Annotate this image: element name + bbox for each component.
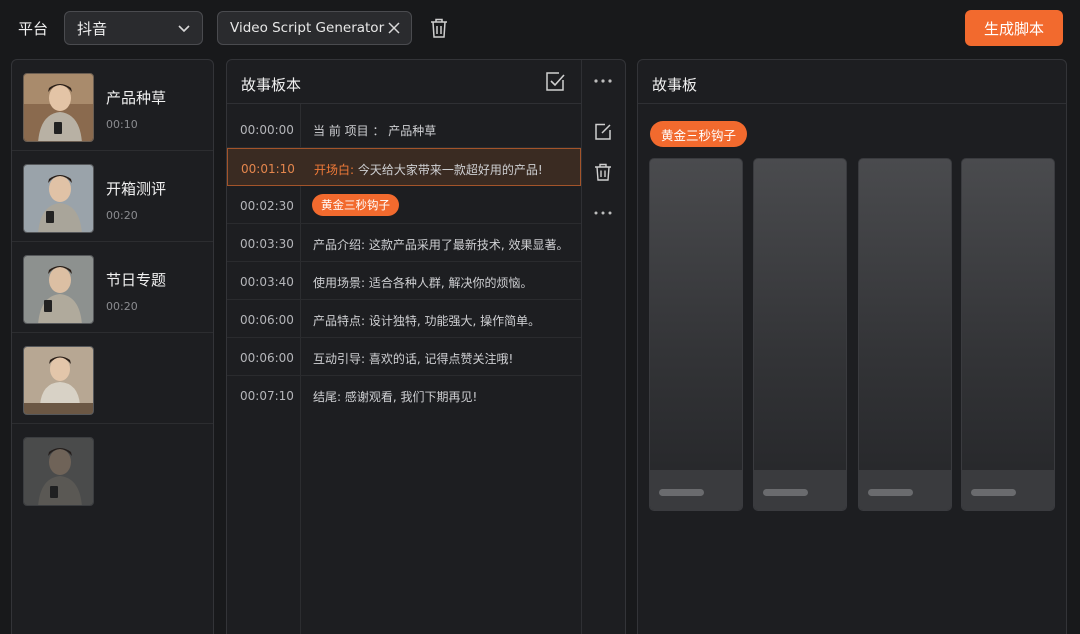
platform-select[interactable]: 抖音: [64, 11, 203, 45]
project-thumbnail: [23, 346, 94, 415]
project-item[interactable]: 产品种草 00:10: [12, 60, 213, 151]
project-title: 节日专题: [106, 271, 167, 289]
project-item[interactable]: 开箱测评 00:20: [12, 151, 213, 242]
platform-select-value: 抖音: [77, 19, 108, 38]
script-row-time: 00:07:10: [240, 389, 294, 403]
project-duration: 00:10: [106, 118, 138, 131]
project-thumbnail: [23, 255, 94, 324]
script-row-time: 00:01:10: [241, 162, 295, 176]
project-tab-label: Video Sсript Generator: [230, 20, 385, 36]
close-icon[interactable]: [387, 21, 401, 35]
script-row-time: 00:06:00: [240, 351, 294, 365]
generate-script-button[interactable]: 生成脚本: [965, 10, 1063, 46]
project-item[interactable]: [12, 333, 213, 424]
script-row-text: 产品特点: 设计独特, 功能强大, 操作简单。: [313, 314, 541, 328]
trash-icon[interactable]: [429, 17, 449, 39]
frame-caption-placeholder: [659, 489, 704, 496]
script-row[interactable]: 00:06:00 互动引导: 喜欢的话, 记得点赞关注哦!: [227, 338, 581, 376]
script-divider: [581, 60, 582, 634]
project-duration: 00:20: [106, 209, 138, 222]
storyboard-panel: 故事板 黄金三秒钩子: [637, 59, 1067, 634]
script-row-time: 00:03:30: [240, 237, 294, 251]
check-square-icon[interactable]: [544, 71, 566, 93]
script-row-time: 00:02:30: [240, 199, 294, 213]
script-row[interactable]: 00:07:10 结尾: 感谢观看, 我们下期再见!: [227, 376, 581, 414]
script-row[interactable]: 00:03:30 产品介绍: 这款产品采用了最新技术, 效果显著。: [227, 224, 581, 262]
storyboard-frame[interactable]: [858, 158, 952, 511]
trash-icon[interactable]: [593, 162, 613, 182]
script-panel: 故事板本 00:00:00 当 前 项目 ： 产品种草 00:01:10 开场白…: [226, 59, 626, 634]
project-title: 开箱测评: [106, 180, 167, 198]
project-list-panel: 产品种草 00:10 开箱测评 00:20 节日专题 00:20: [11, 59, 214, 634]
project-title: 产品种草: [106, 89, 167, 107]
storyboard-title: 故事板: [652, 76, 698, 94]
more-icon[interactable]: [593, 73, 613, 89]
project-item[interactable]: 节日专题 00:20: [12, 242, 213, 333]
platform-label: 平台: [18, 20, 49, 38]
chevron-down-icon: [178, 25, 190, 33]
script-row[interactable]: 00:00:00 当 前 项目 ： 产品种草: [227, 110, 581, 148]
project-thumbnail: [23, 437, 94, 506]
script-row-text: 互动引导: 喜欢的话, 记得点赞关注哦!: [313, 352, 514, 366]
more-icon[interactable]: [593, 203, 613, 223]
storyboard-header: 故事板: [638, 60, 1066, 104]
script-row-active[interactable]: 00:01:10 开场白: 今天给大家带来一款超好用的产品!: [227, 148, 581, 186]
script-row-lead: 开场白:: [314, 163, 355, 177]
project-tab[interactable]: Video Sсript Generator: [217, 11, 412, 45]
script-header: 故事板本: [227, 60, 581, 104]
storyboard-frame[interactable]: [753, 158, 847, 511]
frame-caption-placeholder: [868, 489, 913, 496]
script-row-body: 今天给大家带来一款超好用的产品!: [354, 163, 543, 177]
frame-caption-placeholder: [971, 489, 1016, 496]
storyboard-frame[interactable]: [649, 158, 743, 511]
project-thumbnail: [23, 73, 94, 142]
project-thumbnail: [23, 164, 94, 233]
storyboard-frame[interactable]: [961, 158, 1055, 511]
script-row-time: 00:00:00: [240, 123, 294, 137]
edit-icon[interactable]: [593, 122, 613, 142]
script-row-text: 使用场景: 适合各种人群, 解决你的烦恼。: [313, 276, 533, 290]
script-title: 故事板本: [241, 76, 302, 94]
project-item[interactable]: [12, 424, 213, 515]
script-row-text: 产品介绍: 这款产品采用了最新技术, 效果显著。: [313, 238, 569, 252]
script-row-text: 结尾: 感谢观看, 我们下期再见!: [313, 390, 478, 404]
top-bar: 平台 抖音 Video Sсript Generator 生成脚本: [0, 0, 1080, 56]
script-row-time: 00:03:40: [240, 275, 294, 289]
script-row[interactable]: 00:06:00 产品特点: 设计独特, 功能强大, 操作简单。: [227, 300, 581, 338]
hook-tag[interactable]: 黄金三秒钩子: [312, 194, 399, 216]
script-row[interactable]: 00:03:40 使用场景: 适合各种人群, 解决你的烦恼。: [227, 262, 581, 300]
script-row-text: 开场白: 今天给大家带来一款超好用的产品!: [314, 161, 543, 178]
frame-caption-placeholder: [763, 489, 808, 496]
hook-tag[interactable]: 黄金三秒钩子: [650, 121, 748, 147]
script-row-time: 00:06:00: [240, 313, 294, 327]
script-row[interactable]: 00:02:30 黄金三秒钩子: [227, 186, 581, 224]
script-row-text: 当 前 项目 ： 产品种草: [313, 124, 437, 138]
project-duration: 00:20: [106, 300, 138, 313]
